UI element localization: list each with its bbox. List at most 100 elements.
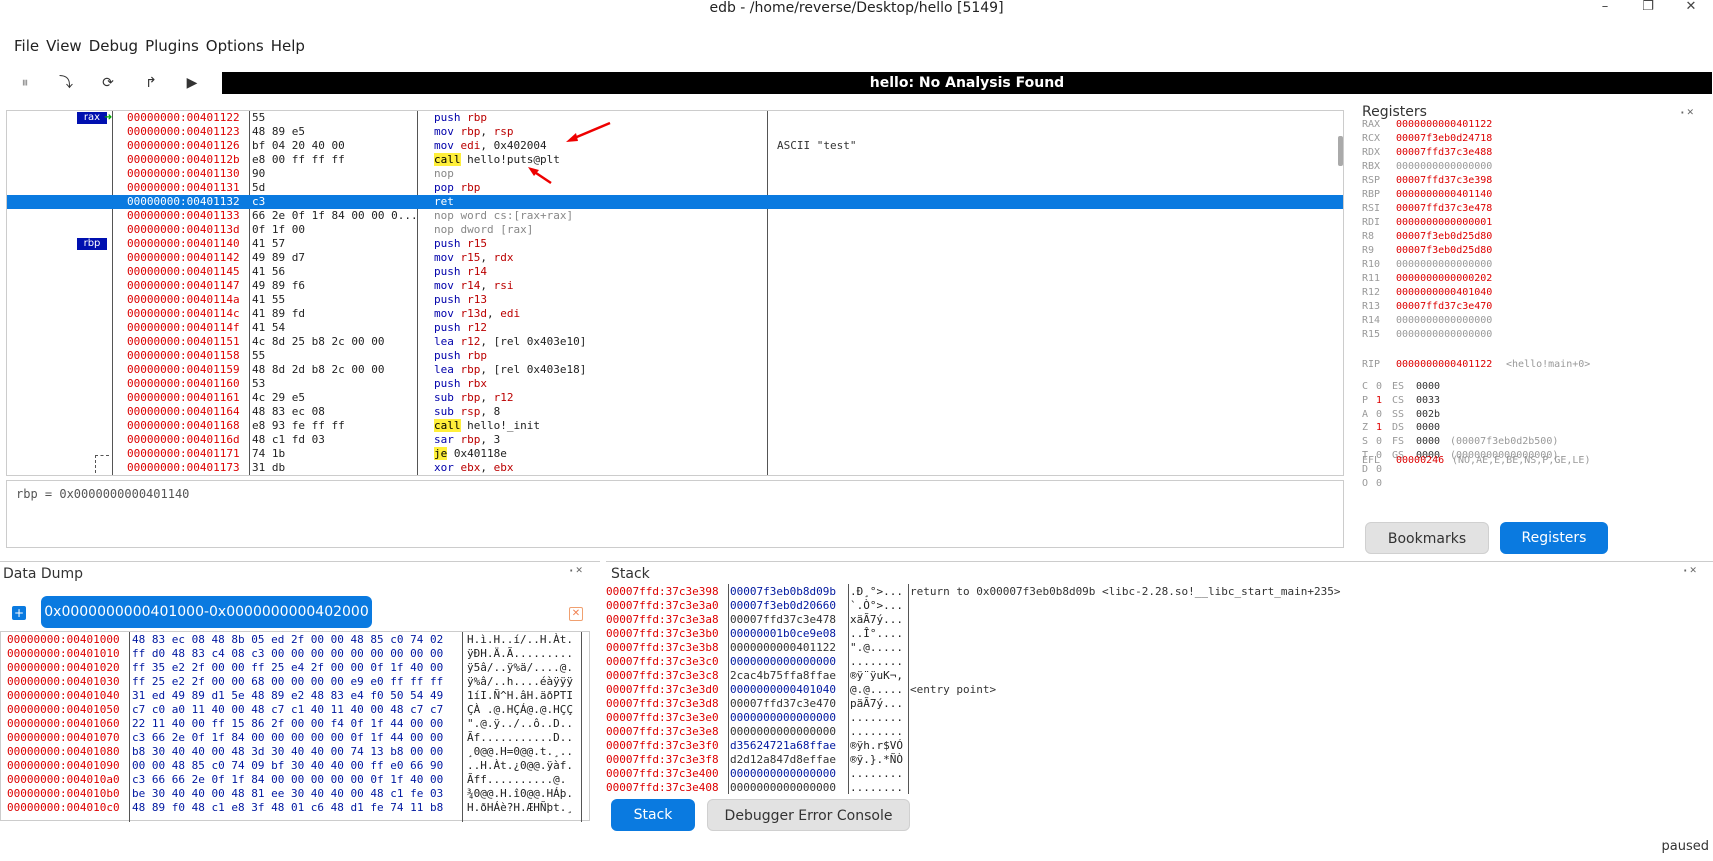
stack-value: 00007f3eb0b8d09b: [730, 585, 836, 598]
disasm-scrollbar[interactable]: [1338, 136, 1343, 166]
disasm-row[interactable]: 00000000:00401159 48 8d 2d b8 2c 00 00 lea…: [7, 363, 1343, 377]
disasm-instruction: xor ebx, ebx: [434, 461, 514, 474]
disasm-instruction: lea r12, [rel 0x403e10]: [434, 335, 587, 348]
register-value: 00007f3eb0d24718: [1396, 133, 1493, 144]
register-value: 0000000000000000: [1396, 315, 1493, 326]
disasm-row[interactable]: 00000000:0040114a 41 55 push r13: [7, 293, 1343, 307]
dump-title: Data Dump: [3, 566, 84, 582]
disasm-address: 00000000:00401123: [127, 125, 240, 138]
disasm-row[interactable]: 00000000:0040114f 41 54 push r12: [7, 321, 1343, 335]
disasm-address: 00000000:00401151: [127, 335, 240, 348]
disasm-row[interactable]: 00000000:0040113d 0f 1f 00 nop dword [rax]: [7, 223, 1343, 237]
register-value: 00007ffd37c3e398: [1396, 175, 1493, 186]
disasm-instruction: push rbp: [434, 111, 487, 124]
disasm-row[interactable]: 00000000:00401164 48 83 ec 08 sub rsp, 8: [7, 405, 1343, 419]
stack-value: 0000000000000000: [730, 767, 836, 780]
stack-ascii: ".@.....: [850, 641, 903, 654]
add-tab-icon[interactable]: +: [12, 606, 26, 620]
dump-tab[interactable]: 0x0000000000401000-0x0000000000402000: [41, 596, 372, 628]
dump-float-icon[interactable]: ⬝ ✕: [570, 566, 583, 576]
disasm-row[interactable]: 00000000:00401142 49 89 d7 mov r15, rdx: [7, 251, 1343, 265]
disasm-row[interactable]: 00000000:00401130 90 nop: [7, 167, 1343, 181]
tab-bookmarks[interactable]: Bookmarks: [1365, 522, 1489, 554]
disasm-row[interactable]: 00000000:00401133 66 2e 0f 1f 84 00 00 0.…: [7, 209, 1343, 223]
close-tab-icon[interactable]: ✕: [569, 607, 583, 621]
flag-value: 0: [1376, 477, 1383, 489]
disasm-row[interactable]: 00000000:00401168 e8 93 fe ff ff call hell…: [7, 419, 1343, 433]
step-over-icon[interactable]: ⟳: [97, 72, 119, 94]
dump-address: 00000000:00401060: [7, 717, 120, 730]
stack-ascii: päÃ7ý...: [850, 697, 903, 710]
disasm-instruction: nop word cs:[rax+rax]: [434, 209, 574, 222]
disasm-instruction: mov edi, 0x402004: [434, 139, 547, 152]
data-dump-view[interactable]: 00000000:00401000 48 83 ec 08 48 8b 05 ed…: [0, 631, 590, 822]
segment-value: 0000: [1416, 422, 1441, 434]
disasm-address: 00000000:00401161: [127, 391, 240, 404]
analysis-banner: hello: No Analysis Found: [222, 72, 1712, 94]
disasm-address: 00000000:00401133: [127, 209, 240, 222]
disasm-row[interactable]: 00000000:0040114c 41 89 fd mov r13d, edi: [7, 307, 1343, 321]
disasm-row[interactable]: 00000000:00401140 41 57 push r15: [7, 237, 1343, 251]
dump-hex: c7 c0 a0 11 40 00 48 c7 c1 40 11 40 00 4…: [132, 703, 444, 716]
stack-value: 2cac4b75ffa8ffae: [730, 669, 836, 682]
disasm-instruction: je 0x40118e: [434, 447, 507, 460]
stack-address: 00007ffd:37c3e3d0: [606, 683, 719, 696]
run-icon[interactable]: ▶: [181, 72, 203, 94]
disasm-row[interactable]: 00000000:00401173 31 db xor ebx, ebx: [7, 461, 1343, 475]
disasm-row[interactable]: 00000000:00401123 48 89 e5 mov rbp, rsp: [7, 125, 1343, 139]
disasm-row[interactable]: 00000000:0040112b e8 00 ff ff ff call hell…: [7, 153, 1343, 167]
menu-options[interactable]: Options: [206, 34, 271, 58]
stack-ascii: .Ð¸°>...: [850, 585, 903, 598]
disasm-instruction: mov r13d, edi: [434, 307, 521, 320]
maximize-button[interactable]: ❐: [1633, 0, 1663, 16]
disasm-row[interactable]: 00000000:00401122 55 push rbp: [7, 111, 1343, 125]
menu-debug[interactable]: Debug: [89, 34, 145, 58]
register-value: 0000000000401140: [1396, 189, 1493, 200]
disassembly-view[interactable]: 00000000:00401122 55 push rbp 00000000:0040…: [6, 110, 1344, 476]
dump-hex: 00 00 48 85 c0 74 09 bf 30 40 40 00 ff e…: [132, 759, 444, 772]
step-into-icon[interactable]: ⤵: [55, 72, 77, 94]
dump-address: 00000000:00401070: [7, 731, 120, 744]
disasm-row[interactable]: 00000000:0040116d 48 c1 fd 03 sar rbp, 3: [7, 433, 1343, 447]
minimize-button[interactable]: –: [1590, 0, 1620, 16]
disasm-row[interactable]: 00000000:00401151 4c 8d 25 b8 2c 00 00 lea…: [7, 335, 1343, 349]
disasm-row[interactable]: 00000000:00401145 41 56 push r14: [7, 265, 1343, 279]
pause-icon[interactable]: ⏸: [14, 72, 36, 94]
dump-hex: ff d0 48 83 c4 08 c3 00 00 00 00 00 00 0…: [132, 647, 444, 660]
disasm-row[interactable]: 00000000:00401171 74 1b je 0x40118e: [7, 447, 1343, 461]
register-value: 0000000000000000: [1396, 259, 1493, 270]
tab-registers[interactable]: Registers: [1500, 522, 1608, 554]
menu-view[interactable]: View: [46, 34, 89, 58]
register-name: R11: [1362, 273, 1381, 284]
stack-address: 00007ffd:37c3e3c8: [606, 669, 719, 682]
stack-float-icon[interactable]: ⬝ ✕: [1684, 566, 1697, 576]
disasm-row[interactable]: 00000000:00401147 49 89 f6 mov r14, rsi: [7, 279, 1343, 293]
disasm-bytes: 0f 1f 00: [252, 223, 305, 236]
close-button[interactable]: ✕: [1676, 0, 1706, 16]
flag-value: 1: [1376, 422, 1383, 434]
register-name: R14: [1362, 315, 1381, 326]
disasm-row[interactable]: 00000000:00401160 53 push rbx: [7, 377, 1343, 391]
flag-value: 0: [1376, 408, 1383, 420]
disasm-row[interactable]: 00000000:00401126 bf 04 20 40 00 mov edi, …: [7, 139, 1343, 153]
tab-stack[interactable]: Stack: [611, 799, 695, 831]
float-icon[interactable]: ⬝ ✕: [1681, 108, 1694, 118]
stack-value: 0000000000000000: [730, 711, 836, 724]
step-out-icon[interactable]: ↱: [140, 72, 162, 94]
tab-debugger-error-console[interactable]: Debugger Error Console: [707, 799, 910, 831]
segment-value: 0000: [1416, 436, 1441, 448]
disasm-comment: ASCII "test": [777, 139, 857, 152]
disasm-row[interactable]: 00000000:00401161 4c 29 e5 sub rbp, r12: [7, 391, 1343, 405]
disasm-row[interactable]: 00000000:00401158 55 push rbp: [7, 349, 1343, 363]
stack-value: 00000001b0ce9e08: [730, 627, 836, 640]
menu-file[interactable]: File: [0, 34, 46, 58]
disasm-row[interactable]: 00000000:00401131 5d pop rbp: [7, 181, 1343, 195]
stack-view[interactable]: 00007ffd:37c3e398 00007f3eb0b8d09b .Ð¸°>..…: [606, 584, 1713, 794]
stack-address: 00007ffd:37c3e3e0: [606, 711, 719, 724]
register-name: EFL: [1362, 455, 1381, 466]
menu-help[interactable]: Help: [271, 34, 312, 58]
flag-name: C: [1362, 381, 1369, 392]
disasm-row[interactable]: 00000000:00401132 c3 ret: [7, 195, 1343, 209]
menu-plugins[interactable]: Plugins: [145, 34, 206, 58]
disasm-instruction: mov rbp, rsp: [434, 125, 514, 138]
